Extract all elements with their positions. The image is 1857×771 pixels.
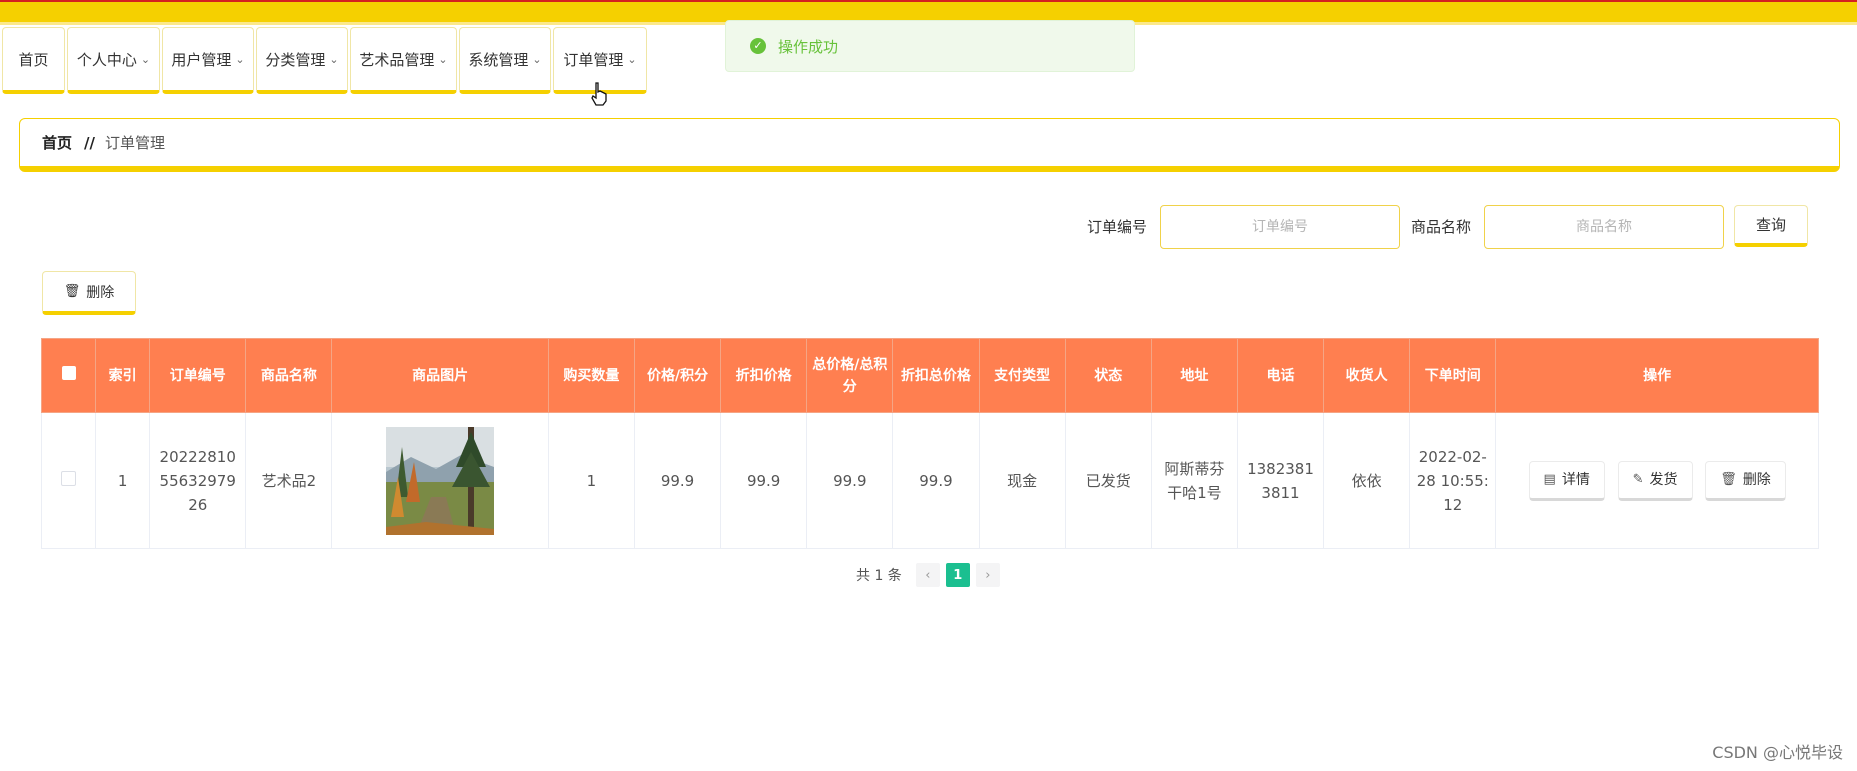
detail-label: 详情: [1561, 471, 1590, 488]
column-header: 订单编号: [149, 338, 247, 413]
nav-item-artwork-management[interactable]: 艺术品管理 ⌄: [350, 27, 457, 94]
cell-pay-type: 现金: [978, 412, 1066, 549]
nav-item-label: 艺术品管理: [359, 50, 435, 69]
cell-actions: ▤ 详情 ✎ 发货 🗑 删除: [1495, 412, 1819, 549]
nav-item-label: 个人中心: [76, 50, 137, 69]
hand-cursor-icon: [590, 82, 608, 110]
page-number-button[interactable]: 1: [945, 563, 970, 587]
chevron-down-icon: ⌄: [235, 52, 245, 66]
batch-delete-label: 删除: [86, 284, 115, 301]
column-header: 商品图片: [331, 338, 549, 413]
column-header: 索引: [95, 338, 151, 413]
next-page-button[interactable]: ›: [975, 563, 1000, 587]
success-toast: ✓ 操作成功: [725, 20, 1135, 72]
watermark: CSDN @心悦毕设: [1712, 743, 1843, 762]
nav-item-label: 首页: [18, 50, 49, 69]
breadcrumb: 首页 // 订单管理: [19, 118, 1840, 172]
row-delete-label: 删除: [1742, 471, 1771, 488]
nav-item-personal-center[interactable]: 个人中心 ⌄: [67, 27, 160, 94]
column-header: 地址: [1150, 338, 1238, 413]
column-header: 状态: [1064, 338, 1152, 413]
cell-total-price: 99.9: [806, 412, 894, 549]
cell-quantity: 1: [547, 412, 635, 549]
top-nav: 首页 个人中心 ⌄ 用户管理 ⌄ 分类管理 ⌄ 艺术品管理 ⌄ 系统管理 ⌄ 订单管理 ⌄: [2, 27, 649, 97]
column-header: 折扣总价格: [892, 338, 980, 413]
cell-order-no: 202228105563297926: [149, 412, 247, 549]
query-button[interactable]: 查询: [1734, 205, 1808, 247]
select-all-cell[interactable]: [40, 338, 97, 413]
cell-order-time: 2022-02-28 10:55:12: [1409, 412, 1497, 549]
cell-goods-name: 艺术品2: [245, 412, 333, 549]
cell-goods-image: [331, 412, 549, 549]
nav-item-user-management[interactable]: 用户管理 ⌄: [162, 27, 254, 94]
nav-item-label: 系统管理: [468, 50, 529, 69]
chevron-down-icon: ⌄: [140, 52, 151, 66]
trash-icon: 🗑: [63, 284, 81, 299]
trash-icon: 🗑: [1720, 471, 1737, 487]
goods-name-input[interactable]: [1484, 205, 1724, 249]
column-header: 收货人: [1323, 338, 1411, 413]
edit-pen-icon: ✎: [1632, 471, 1644, 487]
nav-item-system-management[interactable]: 系统管理 ⌄: [459, 27, 551, 94]
cell-discount-total: 99.9: [892, 412, 980, 549]
batch-delete-button[interactable]: 🗑 删除: [42, 271, 136, 315]
column-header: 折扣价格: [720, 338, 808, 413]
breadcrumb-current: 订单管理: [104, 134, 165, 152]
pagination-total: 共 1 条: [856, 568, 902, 584]
column-header: 支付类型: [978, 338, 1066, 413]
row-delete-button[interactable]: 🗑 删除: [1705, 460, 1786, 501]
table-header-row: 索引 订单编号 商品名称 商品图片 购买数量 价格/积分 折扣价格 总价格/总积…: [40, 338, 1819, 413]
column-header: 操作: [1495, 338, 1819, 413]
nav-item-label: 用户管理: [171, 50, 232, 69]
check-circle-icon: ✓: [750, 38, 766, 54]
document-icon: ▤: [1543, 471, 1556, 487]
chevron-down-icon: ⌄: [329, 52, 339, 66]
row-select-cell[interactable]: [40, 412, 97, 549]
cell-index: 1: [95, 412, 151, 549]
order-no-label: 订单编号: [1087, 218, 1148, 236]
column-header: 商品名称: [245, 338, 333, 413]
column-header: 总价格/总积分: [806, 338, 894, 413]
breadcrumb-home[interactable]: 首页: [42, 132, 72, 153]
cell-phone: 13823813811: [1236, 412, 1325, 549]
nav-item-label: 订单管理: [563, 50, 624, 69]
product-image[interactable]: [386, 426, 495, 535]
column-header: 购买数量: [547, 338, 635, 413]
breadcrumb-separator: //: [84, 133, 95, 152]
row-checkbox[interactable]: [61, 470, 77, 486]
order-no-input[interactable]: [1160, 205, 1400, 249]
cell-address: 阿斯蒂芬干哈1号: [1150, 412, 1238, 549]
goods-name-label: 商品名称: [1411, 218, 1472, 236]
top-banner: [0, 0, 1857, 25]
nav-item-home[interactable]: 首页: [2, 27, 65, 94]
cell-receiver: 依依: [1323, 412, 1411, 549]
column-header: 下单时间: [1409, 338, 1497, 413]
column-header: 电话: [1236, 338, 1325, 413]
select-all-checkbox[interactable]: [61, 365, 76, 380]
detail-button[interactable]: ▤ 详情: [1528, 460, 1605, 501]
cell-price: 99.9: [633, 412, 722, 549]
chevron-down-icon: ⌄: [532, 52, 542, 66]
orders-table: 索引 订单编号 商品名称 商品图片 购买数量 价格/积分 折扣价格 总价格/总积…: [40, 338, 1819, 549]
chevron-down-icon: ⌄: [627, 52, 637, 66]
table-row: 1 202228105563297926 艺术品2 1 99.9 99.9 99…: [40, 412, 1819, 549]
column-header: 价格/积分: [633, 338, 722, 413]
chevron-down-icon: ⌄: [438, 52, 448, 66]
toast-message: 操作成功: [778, 37, 839, 56]
pagination: 共 1 条 ‹ 1 ›: [856, 563, 1000, 587]
ship-label: 发货: [1649, 471, 1678, 488]
prev-page-button[interactable]: ‹: [915, 563, 940, 587]
cell-discount-price: 99.9: [720, 412, 808, 549]
cell-status: 已发货: [1064, 412, 1152, 549]
nav-item-label: 分类管理: [265, 50, 326, 69]
ship-button[interactable]: ✎ 发货: [1617, 460, 1693, 501]
nav-item-category-management[interactable]: 分类管理 ⌄: [256, 27, 348, 94]
